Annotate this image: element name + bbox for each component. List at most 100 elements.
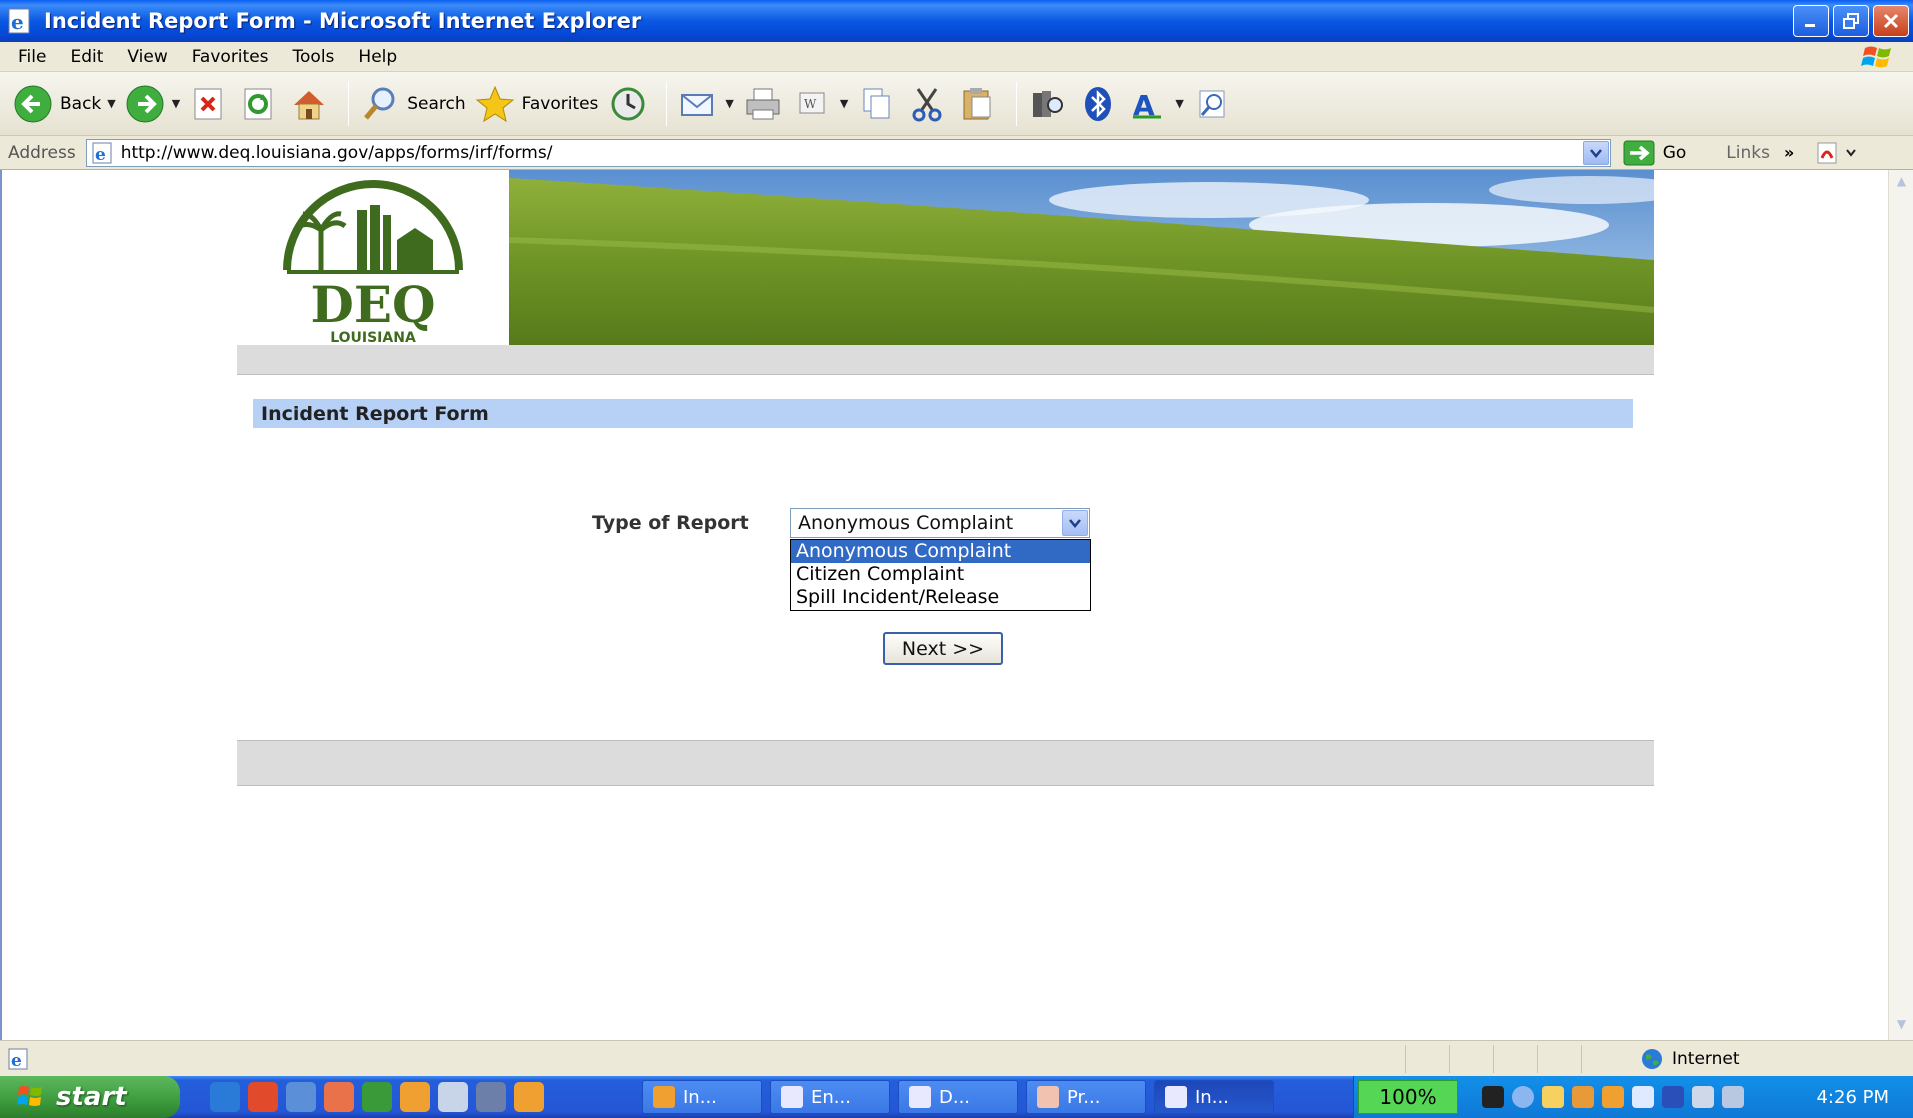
app-launch-icon[interactable]: [438, 1082, 468, 1112]
back-button[interactable]: Back ▼: [12, 83, 116, 125]
text-size-dropdown-icon[interactable]: ▼: [1175, 97, 1183, 110]
page-status-icon: e: [8, 1048, 28, 1071]
taskbar-task[interactable]: In...: [642, 1080, 762, 1114]
status-pane: [1537, 1045, 1581, 1073]
media-launch-icon[interactable]: [476, 1082, 506, 1112]
deq-logo: DEQ LOUISIANA: [237, 170, 509, 346]
stop-button[interactable]: [188, 83, 230, 125]
ie-launch-icon[interactable]: [210, 1082, 240, 1112]
app-launch-icon[interactable]: [286, 1082, 316, 1112]
quick-launch: [210, 1082, 544, 1112]
taskbar-task[interactable]: D...: [898, 1080, 1018, 1114]
close-icon: [1883, 13, 1899, 29]
menu-view[interactable]: View: [115, 47, 179, 67]
taskbar-task-active[interactable]: In...: [1154, 1080, 1274, 1114]
restore-icon: [1843, 13, 1859, 29]
menu-tools[interactable]: Tools: [281, 47, 347, 67]
option-citizen-complaint[interactable]: Citizen Complaint: [791, 563, 1090, 586]
toolbar-separator: [348, 81, 350, 126]
forward-button[interactable]: ▼: [124, 83, 180, 125]
mail-tray-icon[interactable]: [1542, 1086, 1564, 1108]
messenger-magnifier-icon: [1199, 90, 1225, 117]
excel-launch-icon[interactable]: [362, 1082, 392, 1112]
restore-button[interactable]: [1833, 5, 1869, 37]
windows-flag-icon: [17, 1086, 42, 1106]
option-anonymous-complaint[interactable]: Anonymous Complaint: [791, 540, 1090, 563]
font-size-icon: A: [1133, 89, 1162, 122]
clock[interactable]: 4:26 PM: [1816, 1087, 1889, 1108]
power-plug-icon[interactable]: [1482, 1086, 1504, 1108]
edit-button[interactable]: W ▼: [792, 83, 848, 125]
home-button[interactable]: [288, 83, 330, 125]
address-bar: Address e http://www.deq.louisiana.gov/a…: [0, 136, 1913, 170]
app-launch-icon[interactable]: [324, 1082, 354, 1112]
deq-louisiana-logo-icon: DEQ LOUISIANA: [283, 180, 463, 346]
tray-app-icon[interactable]: [1572, 1086, 1594, 1108]
app-launch-icon[interactable]: [248, 1082, 278, 1112]
address-dropdown-button[interactable]: [1582, 140, 1609, 165]
bluetooth-button[interactable]: [1077, 83, 1119, 125]
forward-dropdown-icon[interactable]: ▼: [172, 97, 180, 110]
chevron-more-icon[interactable]: »: [1784, 143, 1794, 162]
expand-tray-icon[interactable]: [1512, 1086, 1534, 1108]
vertical-scrollbar[interactable]: ▲ ▼: [1888, 170, 1913, 1040]
svg-text:e: e: [95, 145, 106, 165]
status-pane: [1581, 1045, 1625, 1073]
selected-report-type: Anonymous Complaint: [798, 512, 1014, 534]
history-button[interactable]: [606, 83, 648, 125]
go-button[interactable]: Go: [1623, 140, 1686, 166]
minimize-icon: [1805, 24, 1815, 27]
report-type-options-list: Anonymous Complaint Citizen Complaint Sp…: [790, 539, 1091, 611]
menu-edit[interactable]: Edit: [58, 47, 115, 67]
mail-button[interactable]: ▼: [677, 83, 734, 125]
favorites-button[interactable]: Favorites: [474, 83, 598, 125]
ie-page-icon: e: [92, 142, 112, 165]
print-button[interactable]: [742, 83, 784, 125]
text-size-button[interactable]: A ▼: [1127, 83, 1184, 125]
toolbar-separator: [666, 81, 668, 126]
taskbar-task[interactable]: En...: [770, 1080, 890, 1114]
type-of-report-select[interactable]: Anonymous Complaint: [790, 508, 1090, 538]
battery-percentage[interactable]: 100%: [1358, 1080, 1458, 1114]
menu-favorites[interactable]: Favorites: [180, 47, 281, 67]
svg-text:e: e: [11, 1051, 22, 1071]
history-icon: [611, 87, 645, 120]
links-toolbar[interactable]: Links: [1726, 143, 1770, 163]
word-edit-icon: W: [799, 92, 825, 113]
scroll-down-icon[interactable]: ▼: [1892, 1017, 1911, 1036]
research-button[interactable]: [1027, 83, 1069, 125]
copy-button[interactable]: [856, 83, 898, 125]
search-button[interactable]: Search: [359, 83, 466, 125]
select-dropdown-button[interactable]: [1062, 510, 1088, 536]
tray-app-icon[interactable]: [1602, 1086, 1624, 1108]
search-tray-icon[interactable]: [1632, 1086, 1654, 1108]
start-button[interactable]: start: [0, 1076, 180, 1118]
edit-dropdown-icon[interactable]: ▼: [840, 97, 848, 110]
mail-icon: [681, 93, 714, 116]
app-launch-icon[interactable]: [514, 1082, 544, 1112]
task-label: In...: [683, 1086, 717, 1108]
wheat-field-banner-image: [509, 170, 1654, 345]
menu-file[interactable]: File: [6, 47, 58, 67]
menu-help[interactable]: Help: [346, 47, 409, 67]
cut-button[interactable]: [906, 83, 948, 125]
paste-button[interactable]: [956, 83, 998, 125]
app-launch-icon[interactable]: [400, 1082, 430, 1112]
ie-task-icon: [1165, 1086, 1187, 1108]
address-input[interactable]: e http://www.deq.louisiana.gov/apps/form…: [85, 138, 1611, 167]
computer-tray-icon[interactable]: [1692, 1086, 1714, 1108]
copy-icon: [863, 88, 890, 118]
back-dropdown-icon[interactable]: ▼: [107, 97, 115, 110]
taskbar-task[interactable]: Pr...: [1026, 1080, 1146, 1114]
scroll-up-icon[interactable]: ▲: [1892, 174, 1911, 193]
acrobat-icon[interactable]: [1814, 140, 1858, 166]
minimize-button[interactable]: [1793, 5, 1829, 37]
next-button[interactable]: Next >>: [883, 632, 1003, 665]
messenger-button[interactable]: [1192, 83, 1234, 125]
close-window-button[interactable]: [1873, 5, 1909, 37]
network-tray-icon[interactable]: [1662, 1086, 1684, 1108]
refresh-button[interactable]: [238, 83, 280, 125]
mail-dropdown-icon[interactable]: ▼: [725, 97, 733, 110]
option-spill-incident-release[interactable]: Spill Incident/Release: [791, 586, 1090, 609]
volume-tray-icon[interactable]: [1722, 1086, 1744, 1108]
